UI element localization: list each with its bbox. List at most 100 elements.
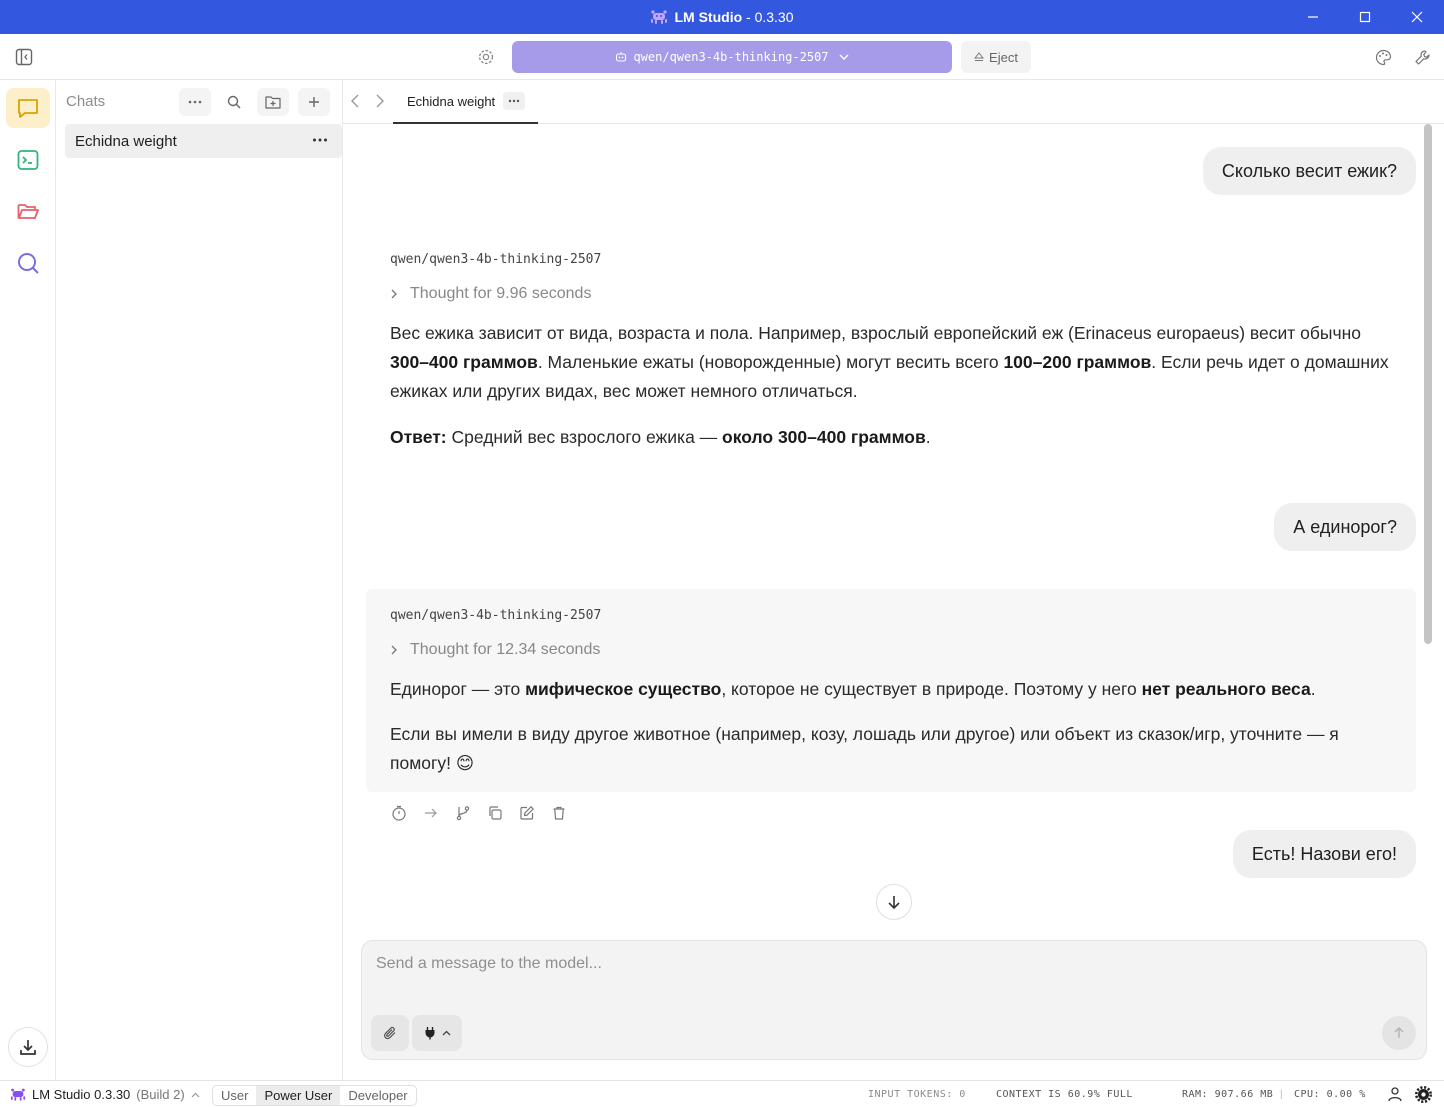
app-version-badge[interactable]: LM Studio 0.3.30 (Build 2): [10, 1087, 200, 1102]
robot-icon: [616, 52, 627, 62]
ram-readout: RAM: 907.66 MB: [1182, 1089, 1274, 1100]
edit-icon: [520, 806, 534, 820]
close-button[interactable]: [1391, 0, 1443, 34]
plus-icon: [309, 97, 319, 107]
chat-list-item[interactable]: Echidna weight: [65, 124, 342, 158]
downloads-button[interactable]: [8, 1027, 48, 1067]
divider: |: [1280, 1089, 1284, 1100]
trash-icon: [553, 806, 565, 820]
mode-user[interactable]: User: [213, 1086, 256, 1105]
copy-button[interactable]: [486, 804, 504, 822]
gear-icon: [478, 49, 494, 65]
rail-developer-button[interactable]: [6, 140, 50, 180]
window-title: LM Studio - 0.3.30: [0, 9, 1444, 25]
mode-switcher: User Power User Developer: [212, 1085, 417, 1106]
thought-toggle[interactable]: Thought for 9.96 seconds: [390, 285, 591, 303]
lm-studio-logo-icon: [10, 1088, 26, 1101]
bold-span: 300–400 граммов: [390, 352, 538, 372]
arrow-down-icon: [888, 896, 900, 910]
left-rail: [0, 80, 56, 1080]
gear-icon: [1414, 1085, 1433, 1104]
folder-plus-icon: [265, 96, 281, 109]
mode-power-user[interactable]: Power User: [256, 1086, 341, 1105]
bold-span: нет реального веса: [1141, 679, 1311, 699]
search-icon: [18, 253, 39, 274]
timer-button[interactable]: [390, 804, 408, 822]
user-message: А единорог?: [1274, 503, 1416, 551]
mode-developer[interactable]: Developer: [340, 1086, 415, 1105]
arrow-right-icon: [425, 808, 437, 818]
thought-label: Thought for 12.34 seconds: [410, 641, 601, 658]
send-button[interactable]: [1382, 1016, 1416, 1050]
new-chat-button[interactable]: [298, 88, 330, 116]
more-horizontal-icon: [188, 100, 202, 104]
close-icon: [1411, 11, 1423, 23]
eject-button[interactable]: Eject: [961, 41, 1031, 73]
attach-button[interactable]: [371, 1015, 409, 1051]
nav-forward-button[interactable]: [374, 93, 386, 114]
assistant-message-paragraph: Вес ежика зависит от вида, возраста и по…: [390, 319, 1400, 406]
eject-label: Eject: [989, 49, 1018, 65]
chats-search-button[interactable]: [218, 88, 250, 116]
integrations-button[interactable]: [412, 1015, 462, 1051]
title-bar: LM Studio - 0.3.30: [0, 0, 1444, 34]
message-input[interactable]: [376, 955, 1406, 995]
chevron-right-icon: [391, 645, 397, 655]
input-tokens-readout: INPUT TOKENS: 0: [868, 1089, 966, 1100]
sidebar-toggle-icon: [15, 48, 33, 66]
thought-label: Thought for 9.96 seconds: [410, 285, 592, 302]
rail-models-button[interactable]: [6, 191, 50, 231]
chats-more-button[interactable]: [179, 88, 211, 116]
user-message: Есть! Назови его!: [1232, 830, 1416, 878]
message-composer: [361, 940, 1427, 1060]
scroll-to-bottom-button[interactable]: [876, 884, 912, 920]
toggle-sidebar-button[interactable]: [8, 41, 40, 73]
chevron-down-icon: [839, 54, 849, 60]
edit-button[interactable]: [518, 804, 536, 822]
tab-more-button[interactable]: [503, 92, 525, 110]
delete-button[interactable]: [550, 804, 568, 822]
theme-button[interactable]: [1367, 41, 1399, 73]
plug-icon: [425, 1027, 434, 1040]
text-span: Единорог — это: [390, 679, 526, 699]
top-toolbar: qwen/qwen3-4b-thinking-2507 Eject: [0, 34, 1444, 80]
minimize-button[interactable]: [1287, 0, 1339, 34]
tabs-bar: Echidna weight: [343, 80, 1444, 124]
continue-button[interactable]: [422, 804, 440, 822]
settings-button[interactable]: [1414, 1085, 1433, 1106]
chats-title: Chats: [66, 93, 106, 110]
download-icon: [20, 1040, 36, 1055]
chats-panel: Chats Echidna weight: [56, 80, 343, 1080]
assistant-message-paragraph: Если вы имели в виду другое животное (на…: [390, 724, 1339, 773]
new-folder-button[interactable]: [257, 88, 289, 116]
thought-toggle[interactable]: Thought for 12.34 seconds: [390, 641, 600, 659]
status-bar: LM Studio 0.3.30 (Build 2) User Power Us…: [0, 1080, 1444, 1107]
assistant-message-paragraph: Единорог — это мифическое существо, кото…: [390, 675, 1400, 704]
model-selector[interactable]: qwen/qwen3-4b-thinking-2507: [512, 41, 952, 73]
model-name: qwen/qwen3-4b-thinking-2507: [633, 50, 829, 64]
tab-chat[interactable]: Echidna weight: [393, 80, 538, 124]
text-span: , которое не существует в природе. Поэто…: [721, 679, 1142, 699]
model-settings-button[interactable]: [470, 41, 502, 73]
user-account-button[interactable]: [1387, 1086, 1403, 1105]
nav-back-button[interactable]: [349, 93, 361, 114]
bold-span: 100–200 граммов: [1003, 352, 1152, 372]
messages-scrollbar[interactable]: [1424, 124, 1432, 644]
chevron-right-icon: [391, 289, 397, 299]
tools-button[interactable]: [1406, 41, 1438, 73]
text-span: .: [925, 427, 931, 447]
chat-icon: [18, 99, 38, 118]
bold-span: около 300–400 граммов: [722, 427, 926, 447]
chevron-up-icon: [191, 1092, 200, 1097]
assistant-model-label: qwen/qwen3-4b-thinking-2507: [390, 608, 602, 623]
text-span: .: [1310, 679, 1316, 699]
maximize-button[interactable]: [1339, 0, 1391, 34]
rail-discover-button[interactable]: [6, 243, 50, 283]
folder-icon: [17, 204, 39, 219]
chevron-left-icon: [351, 94, 359, 108]
branch-button[interactable]: [454, 804, 472, 822]
chat-item-more-button[interactable]: [312, 132, 328, 153]
rail-chat-button[interactable]: [6, 88, 50, 128]
context-usage-readout: CONTEXT IS 60.9% FULL: [996, 1089, 1133, 1100]
wrench-icon: [1414, 49, 1430, 65]
